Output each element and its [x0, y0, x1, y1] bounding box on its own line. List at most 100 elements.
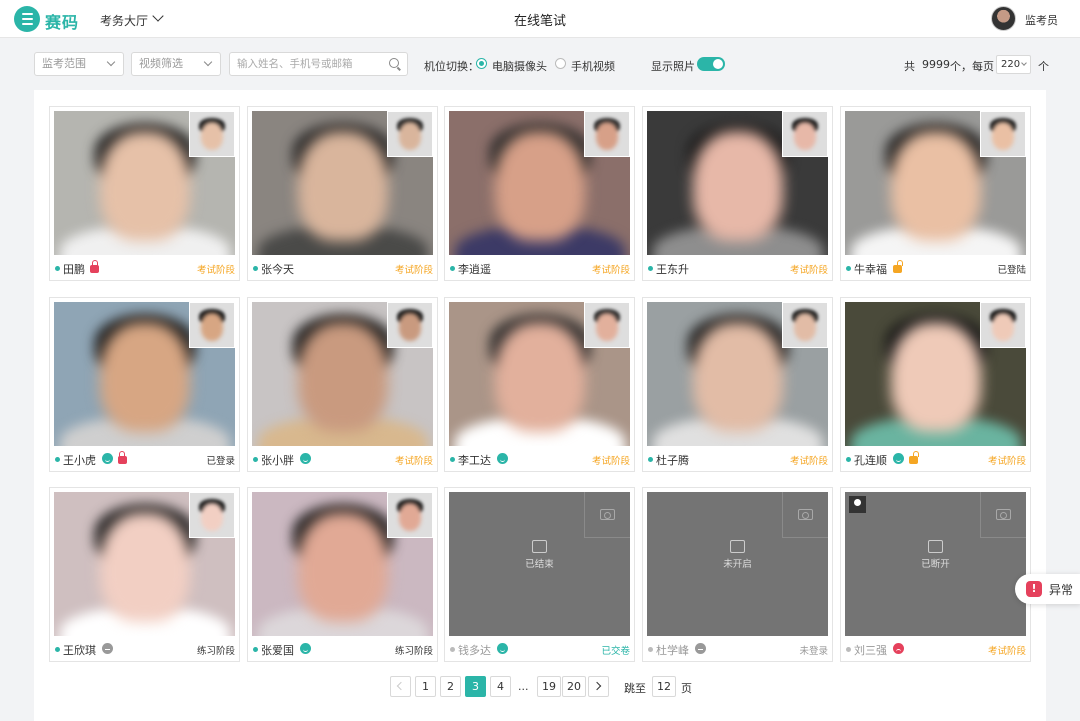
phone-camera-thumbnail[interactable] — [584, 492, 630, 538]
page-button[interactable]: 1 — [415, 676, 436, 697]
candidate-card[interactable]: 王东升 考试阶段 — [642, 106, 833, 281]
video-placeholder[interactable]: 未开启 — [647, 492, 828, 636]
page-button[interactable]: 2 — [440, 676, 461, 697]
goto-label: 跳至 — [624, 682, 646, 695]
page-button[interactable]: 20 — [562, 676, 586, 697]
smile-face-icon — [299, 643, 311, 654]
video-state-label: 未开启 — [723, 559, 752, 570]
search-icon[interactable] — [389, 58, 399, 68]
candidate-card[interactable]: 田鹏 考试阶段 — [49, 106, 240, 281]
video-placeholder[interactable]: 已断开 — [845, 492, 1026, 636]
video-feed[interactable] — [845, 111, 1026, 255]
show-photo-toggle[interactable] — [697, 57, 725, 71]
chevron-right-icon — [592, 681, 602, 691]
phone-camera-thumbnail[interactable] — [387, 492, 433, 538]
candidate-card[interactable]: 孔连顺 考试阶段 — [840, 297, 1031, 472]
candidate-card[interactable]: 王欣琪 练习阶段 — [49, 487, 240, 662]
video-feed[interactable] — [647, 302, 828, 446]
page-title: 在线笔试 — [513, 14, 566, 29]
scope-select-label: 监考范围 — [42, 57, 86, 70]
candidate-name: 杜子腾 — [656, 454, 689, 467]
video-placeholder[interactable]: 已结束 — [449, 492, 630, 636]
candidate-info: 孔连顺 考试阶段 — [845, 448, 1026, 470]
radio-phone-video[interactable] — [555, 58, 566, 69]
video-feed[interactable] — [845, 302, 1026, 446]
video-feed[interactable] — [647, 111, 828, 255]
phone-camera-thumbnail[interactable] — [189, 302, 235, 348]
candidate-card[interactable]: 杜子腾 考试阶段 — [642, 297, 833, 472]
candidate-name: 李逍遥 — [458, 263, 491, 276]
search-box[interactable] — [229, 52, 408, 76]
avatar[interactable] — [991, 6, 1016, 31]
candidate-card[interactable]: 已断开 刘三强 考试阶段 — [840, 487, 1031, 662]
phone-camera-thumbnail[interactable] — [782, 111, 828, 157]
phone-camera-thumbnail[interactable] — [782, 492, 828, 538]
phone-camera-thumbnail[interactable] — [980, 302, 1026, 348]
radio-computer-camera-label[interactable]: 电脑摄像头 — [492, 58, 547, 74]
candidate-name: 王欣琪 — [63, 644, 96, 657]
candidate-info: 李工达 考试阶段 — [449, 448, 630, 470]
candidate-card[interactable]: 张今天 考试阶段 — [247, 106, 438, 281]
video-feed[interactable] — [54, 111, 235, 255]
phone-camera-thumbnail[interactable] — [584, 302, 630, 348]
camera-icon — [798, 509, 813, 520]
candidate-card[interactable]: 张爱国 练习阶段 — [247, 487, 438, 662]
video-feed[interactable] — [449, 302, 630, 446]
phone-camera-thumbnail[interactable] — [782, 302, 828, 348]
candidate-status: 已登陆 — [997, 265, 1026, 276]
video-state-label: 已断开 — [921, 559, 950, 570]
phone-camera-thumbnail[interactable] — [387, 111, 433, 157]
video-feed[interactable] — [54, 492, 235, 636]
candidate-card[interactable]: 牛幸福 已登陆 — [840, 106, 1031, 281]
smile-face-icon — [892, 453, 904, 464]
chevron-down-icon — [106, 57, 116, 67]
candidate-card[interactable]: 张小胖 考试阶段 — [247, 297, 438, 472]
candidate-name: 田鹏 — [63, 263, 85, 276]
page-button-current[interactable]: 3 — [465, 676, 486, 697]
candidate-info: 王东升 考试阶段 — [647, 257, 828, 279]
search-input[interactable] — [230, 53, 380, 75]
anomaly-label: 异常 — [1049, 583, 1074, 597]
scope-select[interactable]: 监考范围 — [34, 52, 124, 76]
prev-page-button[interactable] — [390, 676, 411, 697]
anomaly-button[interactable]: 异常 — [1015, 574, 1080, 604]
candidate-status: 考试阶段 — [987, 456, 1026, 467]
lock-icon[interactable] — [892, 260, 903, 273]
phone-camera-thumbnail[interactable] — [189, 111, 235, 157]
lock-icon[interactable] — [908, 451, 919, 464]
page-button[interactable]: 19 — [537, 676, 561, 697]
next-page-button[interactable] — [588, 676, 609, 697]
video-feed[interactable] — [54, 302, 235, 446]
lock-icon[interactable] — [90, 260, 99, 273]
video-feed[interactable] — [252, 111, 433, 255]
video-feed[interactable] — [252, 492, 433, 636]
candidate-info: 张爱国 练习阶段 — [252, 638, 433, 660]
page-button[interactable]: 4 — [490, 676, 511, 697]
candidate-status: 练习阶段 — [394, 646, 433, 657]
goto-page-input[interactable]: 12 — [652, 676, 676, 697]
phone-camera-thumbnail[interactable] — [584, 111, 630, 157]
video-filter-select[interactable]: 视频筛选 — [131, 52, 221, 76]
video-state-icon — [928, 540, 943, 553]
video-feed[interactable] — [252, 302, 433, 446]
phone-camera-thumbnail[interactable] — [387, 302, 433, 348]
candidate-card[interactable]: 王小虎 已登录 — [49, 297, 240, 472]
total-suffix: 个，每页 — [950, 60, 994, 73]
per-page-select[interactable]: 220 — [996, 55, 1031, 74]
radio-phone-video-label[interactable]: 手机视频 — [571, 58, 615, 74]
radio-computer-camera[interactable] — [476, 58, 487, 69]
candidate-info: 田鹏 考试阶段 — [54, 257, 235, 279]
phone-camera-thumbnail[interactable] — [980, 111, 1026, 157]
video-feed[interactable] — [449, 111, 630, 255]
phone-camera-thumbnail[interactable] — [980, 492, 1026, 538]
online-status-dot — [55, 266, 60, 271]
candidate-card[interactable]: 已结束 钱多达 已交卷 — [444, 487, 635, 662]
per-page-unit: 个 — [1038, 60, 1049, 73]
candidate-card[interactable]: 李工达 考试阶段 — [444, 297, 635, 472]
candidate-card[interactable]: 李逍遥 考试阶段 — [444, 106, 635, 281]
user-role[interactable]: 监考员 — [1025, 12, 1058, 28]
phone-camera-thumbnail[interactable] — [189, 492, 235, 538]
lock-icon[interactable] — [117, 451, 127, 464]
candidate-card[interactable]: 未开启 杜学峰 未登录 — [642, 487, 833, 662]
candidate-status: 未登录 — [799, 646, 828, 657]
